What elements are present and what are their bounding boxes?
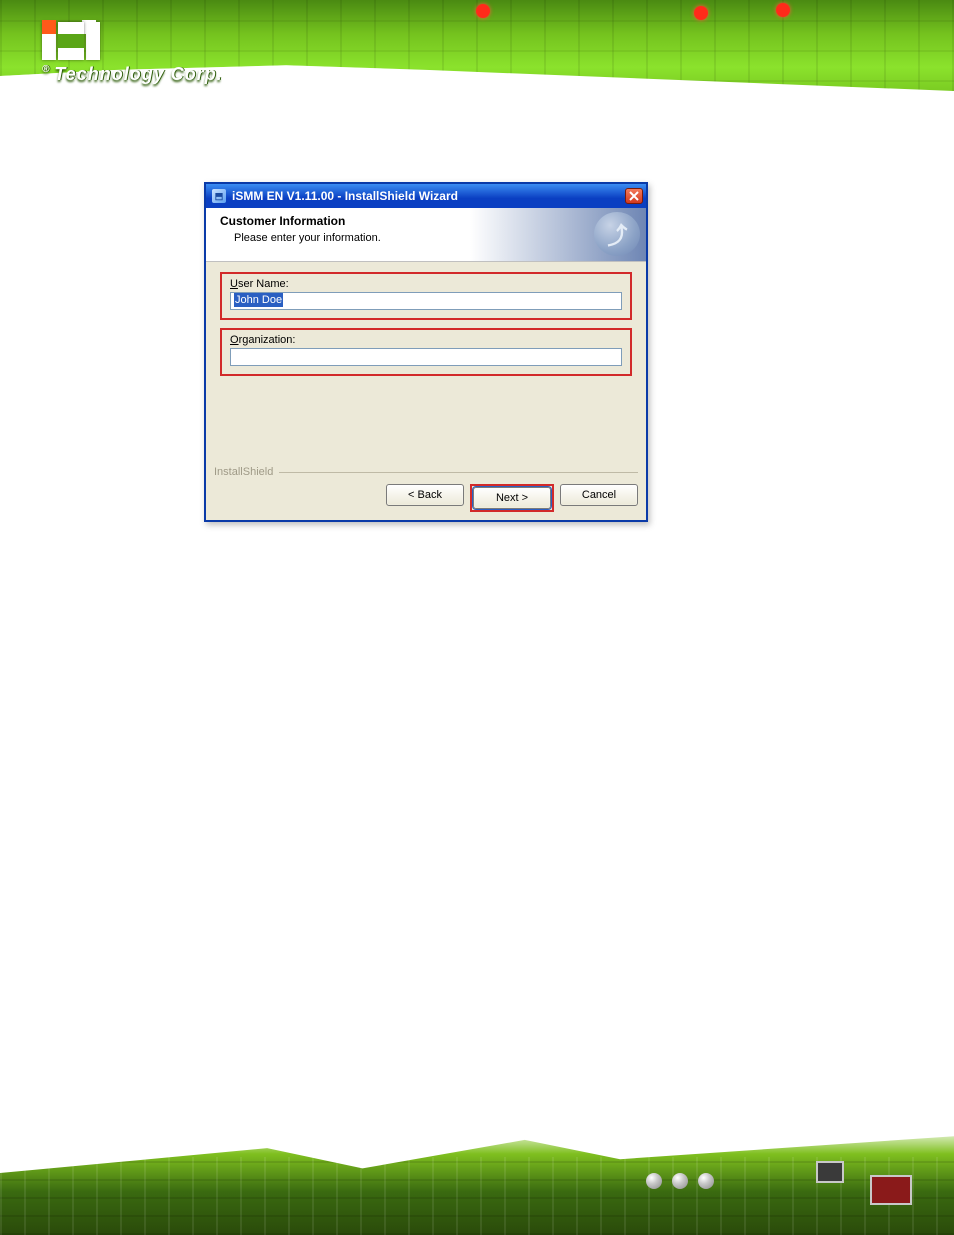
username-field-group: User Name: John Doe bbox=[220, 272, 632, 320]
page-footer-banner bbox=[0, 1127, 954, 1235]
organization-accel: O bbox=[230, 334, 239, 346]
capacitor-icon bbox=[698, 1173, 714, 1189]
led-icon bbox=[776, 3, 790, 17]
footer-brand: InstallShield bbox=[214, 466, 638, 478]
logo: ® Technology Corp. bbox=[42, 22, 223, 85]
username-label-rest: ser Name: bbox=[238, 278, 289, 290]
next-button-highlight: Next > bbox=[470, 484, 554, 512]
logo-mark bbox=[42, 22, 223, 60]
organization-label: Organization: bbox=[230, 334, 622, 346]
dialog-header: Customer Information Please enter your i… bbox=[206, 208, 646, 262]
logo-tagline-text: Technology Corp. bbox=[54, 64, 222, 84]
dialog-subtitle: Please enter your information. bbox=[234, 232, 632, 244]
installshield-dialog: ⬒ iSMM EN V1.11.00 - InstallShield Wizar… bbox=[204, 182, 648, 522]
registered-icon: ® bbox=[42, 64, 50, 75]
installer-icon: ⬒ bbox=[212, 189, 226, 203]
dialog-body: User Name: John Doe Organization: bbox=[206, 262, 646, 376]
led-icon bbox=[694, 6, 708, 20]
dialog-footer: InstallShield < Back Next > Cancel bbox=[214, 466, 638, 512]
logo-dot-icon bbox=[82, 20, 96, 34]
installer-badge-icon: ⤴ bbox=[594, 212, 640, 256]
username-label: User Name: bbox=[230, 278, 622, 290]
cancel-button[interactable]: Cancel bbox=[560, 484, 638, 506]
led-icon bbox=[476, 4, 490, 18]
back-button[interactable]: < Back bbox=[386, 484, 464, 506]
username-input[interactable] bbox=[230, 292, 622, 310]
close-icon bbox=[629, 191, 639, 201]
button-row: < Back Next > Cancel bbox=[214, 484, 638, 512]
chip-icon bbox=[870, 1175, 912, 1205]
chip-icon bbox=[816, 1161, 844, 1183]
next-button[interactable]: Next > bbox=[473, 487, 551, 509]
titlebar[interactable]: ⬒ iSMM EN V1.11.00 - InstallShield Wizar… bbox=[206, 184, 646, 208]
capacitor-icon bbox=[646, 1173, 662, 1189]
organization-input[interactable] bbox=[230, 348, 622, 366]
username-accel: U bbox=[230, 278, 238, 290]
logo-dot-icon bbox=[42, 20, 56, 34]
dialog-title: Customer Information bbox=[220, 214, 632, 228]
page-header-banner: ® Technology Corp. bbox=[0, 0, 954, 112]
organization-field-group: Organization: bbox=[220, 328, 632, 376]
footer-rule bbox=[279, 472, 638, 473]
pcb-texture bbox=[0, 1157, 954, 1235]
window-title: iSMM EN V1.11.00 - InstallShield Wizard bbox=[232, 189, 458, 203]
close-button[interactable] bbox=[625, 188, 643, 204]
capacitor-icon bbox=[672, 1173, 688, 1189]
logo-tagline: ® Technology Corp. bbox=[42, 64, 223, 85]
organization-label-rest: rganization: bbox=[239, 334, 296, 346]
installshield-brand: InstallShield bbox=[214, 466, 273, 478]
